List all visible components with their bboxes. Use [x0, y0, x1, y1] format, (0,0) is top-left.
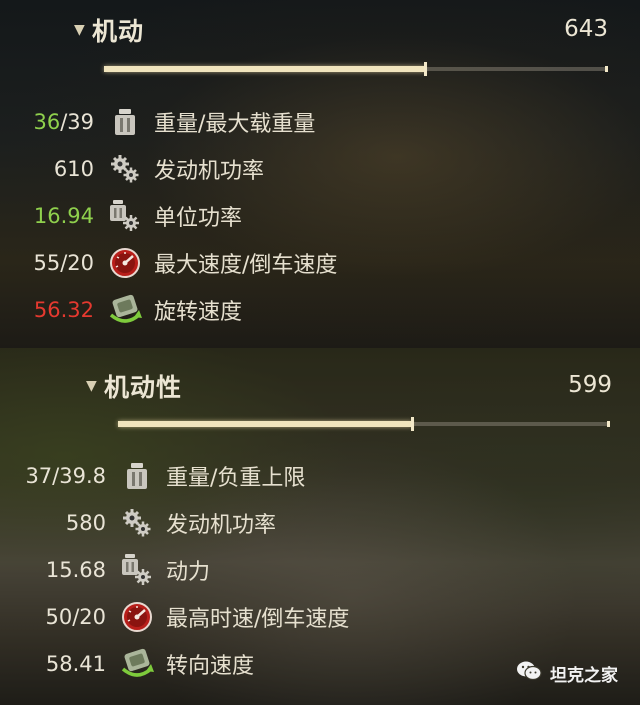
mobility-bar-end [605, 66, 608, 72]
stat-row: 36/39 重量/最大载重量 [0, 102, 315, 142]
weight-icon [106, 103, 144, 141]
stat-label: 旋转速度 [154, 300, 243, 325]
stat-row: 56.32 旋转速度 [0, 290, 242, 330]
traverse-icon [106, 291, 144, 329]
stat-label: 动力 [166, 560, 211, 585]
stat-value: 50/20 [0, 605, 106, 629]
specific-power-icon [106, 197, 144, 235]
stat-row: 37/39.8 重量/负重上限 [0, 456, 305, 496]
weight-icon [118, 457, 156, 495]
stat-value: 55/20 [0, 251, 94, 275]
section-title: 机动性 [104, 373, 183, 402]
mobility-bar-marker [411, 417, 414, 431]
stat-current: 15.68 [45, 558, 106, 582]
stat-row: 58.41 转向速度 [0, 644, 254, 684]
stat-value: 16.94 [0, 204, 94, 228]
stat-label: 发动机功率 [166, 513, 277, 538]
speedometer-icon [118, 598, 156, 636]
speedometer-icon [106, 244, 144, 282]
stat-label: 最大速度/倒车速度 [154, 253, 338, 278]
stat-current: 16.94 [33, 204, 94, 228]
mobility-bar-fill [118, 421, 412, 427]
stat-current: 58.41 [45, 652, 106, 676]
stat-current: 37/39.8 [25, 464, 106, 488]
stat-value: 580 [0, 511, 106, 535]
stat-value: 37/39.8 [0, 464, 106, 488]
stat-limit: /39 [60, 110, 94, 134]
stat-row: 50/20 最高时速/倒车速度 [0, 597, 349, 637]
traverse-icon [118, 645, 156, 683]
watermark-text: 坦克之家 [550, 666, 618, 686]
wechat-icon [516, 660, 542, 687]
chevron-down-icon[interactable]: ▼ [74, 22, 92, 38]
mobility-panel-top: ▼ 机动 643 36/39 重量/最大载重量 610 发动机功率 16.94 单位功率 5… [0, 0, 640, 348]
stat-current: 56.32 [33, 298, 94, 322]
stat-value: 58.41 [0, 652, 106, 676]
stat-value: 56.32 [0, 298, 94, 322]
section-header[interactable]: ▼ 机动 [74, 12, 144, 48]
mobility-bar [118, 417, 610, 431]
stat-label: 转向速度 [166, 654, 255, 679]
stat-row: 580 发动机功率 [0, 503, 276, 543]
stat-current: 610 [53, 157, 94, 181]
stat-value: 15.68 [0, 558, 106, 582]
stat-row: 55/20 最大速度/倒车速度 [0, 243, 337, 283]
mobility-bar [104, 62, 608, 76]
section-total: 643 [564, 16, 608, 42]
stat-row: 16.94 单位功率 [0, 196, 242, 236]
stat-current: 580 [65, 511, 106, 535]
stat-label: 单位功率 [154, 206, 243, 231]
mobility-panel-bottom: ▼ 机动性 599 37/39.8 重量/负重上限 580 发动机功率 15.68 动力 5… [0, 348, 640, 705]
stat-value: 36/39 [0, 110, 94, 134]
chevron-down-icon[interactable]: ▼ [86, 378, 104, 394]
stat-current: 55/20 [33, 251, 94, 275]
section-title: 机动 [92, 17, 145, 46]
mobility-bar-end [607, 421, 610, 427]
stat-label: 重量/负重上限 [166, 466, 306, 491]
stat-row: 610 发动机功率 [0, 149, 264, 189]
stat-value: 610 [0, 157, 94, 181]
mobility-bar-fill [104, 66, 425, 72]
specific-power-icon [118, 551, 156, 589]
stat-current: 36 [33, 110, 61, 134]
engine-gears-icon [118, 504, 156, 542]
stat-current: 50/20 [45, 605, 106, 629]
section-total: 599 [568, 372, 612, 398]
stat-label: 重量/最大载重量 [154, 112, 316, 137]
section-header[interactable]: ▼ 机动性 [86, 368, 182, 404]
mobility-bar-marker [424, 62, 427, 76]
engine-gears-icon [106, 150, 144, 188]
stat-label: 最高时速/倒车速度 [166, 607, 350, 632]
watermark: 坦克之家 [516, 660, 618, 687]
stat-row: 15.68 动力 [0, 550, 210, 590]
stat-label: 发动机功率 [154, 159, 265, 184]
